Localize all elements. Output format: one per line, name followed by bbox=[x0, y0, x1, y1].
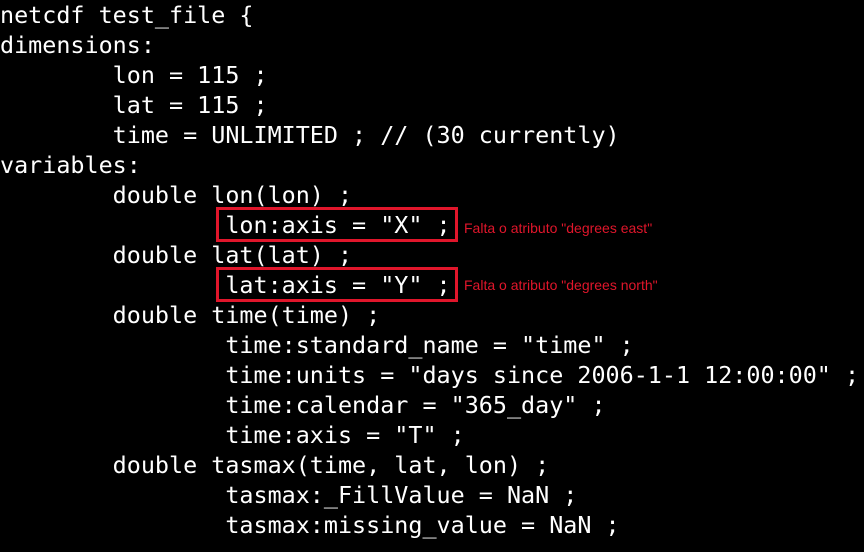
code-line: netcdf test_file { bbox=[0, 1, 254, 29]
terminal-window: netcdf test_file { dimensions: lon = 115… bbox=[0, 0, 864, 552]
lat-note-annotation: Falta o atributo "degrees north" bbox=[464, 277, 658, 293]
code-line: tasmax:missing_value = NaN ; bbox=[0, 511, 620, 539]
code-line: tasmax:_FillValue = NaN ; bbox=[0, 481, 578, 509]
code-line: time:units = "days since 2006-1-1 12:00:… bbox=[0, 361, 860, 389]
code-line: double tasmax(time, lat, lon) ; bbox=[0, 451, 550, 479]
code-line: dimensions: bbox=[0, 31, 155, 59]
code-line: lat = 115 ; bbox=[0, 91, 268, 119]
code-line: time:calendar = "365_day" ; bbox=[0, 391, 606, 419]
code-line: double time(time) ; bbox=[0, 301, 381, 329]
lat-axis-highlight-box bbox=[216, 267, 458, 302]
code-line: time:standard_name = "time" ; bbox=[0, 331, 634, 359]
code-line: time = UNLIMITED ; // (30 currently) bbox=[0, 121, 620, 149]
code-line: variables: bbox=[0, 151, 141, 179]
code-line: time:axis = "T" ; bbox=[0, 421, 465, 449]
code-line: double lon(lon) ; bbox=[0, 181, 353, 209]
code-line: double lat(lat) ; bbox=[0, 241, 353, 269]
lon-note-annotation: Falta o atributo "degrees east" bbox=[464, 220, 653, 236]
code-line: lon = 115 ; bbox=[0, 61, 268, 89]
lon-axis-highlight-box bbox=[216, 207, 458, 242]
